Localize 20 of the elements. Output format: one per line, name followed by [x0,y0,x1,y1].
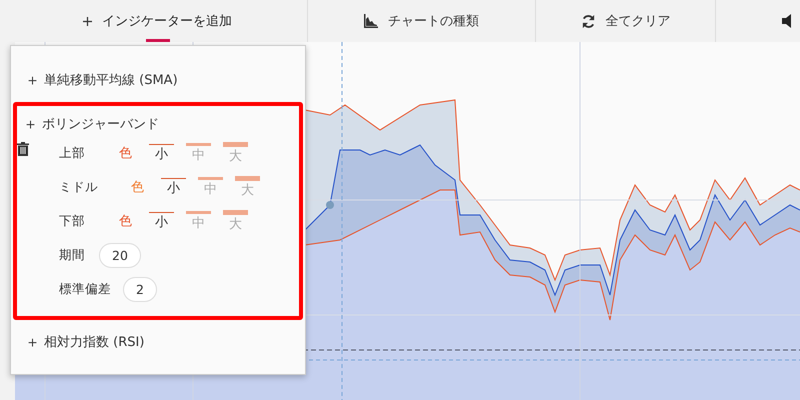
color-picker[interactable]: 色 [119,212,149,230]
number-field[interactable]: 20 [99,242,141,268]
param-label: 標準偏差 [59,280,112,298]
menu-item[interactable]: ＋ 相対力指数 (RSI) [25,330,291,354]
data-point-marker [326,201,334,209]
trash-icon[interactable] [17,142,29,156]
line-width-option[interactable]: 小 [161,178,186,196]
plus-icon [83,16,92,26]
line-width-option[interactable]: 小 [149,212,174,230]
menu-item[interactable]: ＋ 単純移動平均線 (SMA) [25,68,291,92]
number-field[interactable]: 2 [123,276,157,302]
area-chart-icon [364,14,378,28]
line-label: ミドル [59,178,99,196]
refresh-icon [580,14,596,28]
line-label: 下部 [59,212,86,230]
line-width-option[interactable]: 小 [149,144,174,162]
menu-item[interactable]: ＋ ボリンジャーバンド [23,112,293,136]
param-label: 期間 [59,246,86,264]
color-picker[interactable]: 色 [119,144,149,162]
line-label: 上部 [59,144,86,162]
